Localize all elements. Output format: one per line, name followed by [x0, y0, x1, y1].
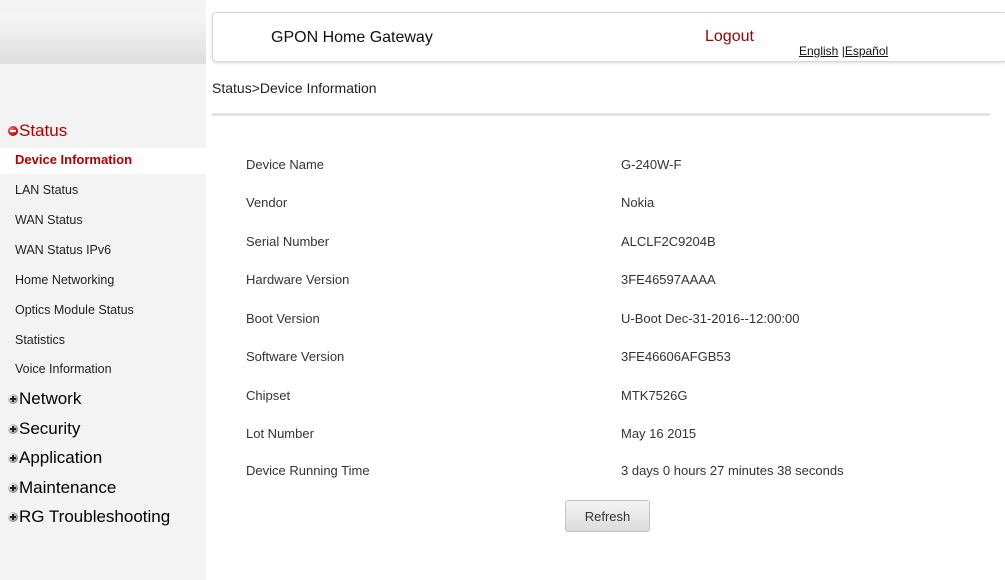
sidebar-group-label: Security: [19, 419, 81, 438]
info-label-vendor: Vendor: [246, 195, 288, 210]
info-value-vendor: Nokia: [621, 195, 655, 210]
info-label-chipset: Chipset: [246, 388, 291, 403]
sidebar-group-label: Maintenance: [19, 478, 117, 497]
sidebar-group-maintenance[interactable]: Maintenance: [8, 476, 116, 500]
info-label-device-running-time: Device Running Time: [246, 463, 370, 478]
sidebar-group-network[interactable]: Network: [8, 387, 81, 411]
sidebar-group-label: RG Troubleshooting: [19, 507, 171, 526]
info-label-boot-version: Boot Version: [246, 311, 320, 326]
refresh-button[interactable]: Refresh: [565, 500, 650, 532]
language-switcher: English |Español: [799, 44, 888, 58]
lang-english-link[interactable]: English: [799, 44, 838, 58]
sidebar-group-rg-troubleshooting[interactable]: RG Troubleshooting: [8, 505, 170, 529]
sidebar-header: [0, 14, 206, 64]
info-label-device-name: Device Name: [246, 157, 325, 172]
info-value-chipset: MTK7526G: [621, 388, 688, 403]
info-label-hardware-version: Hardware Version: [246, 272, 350, 287]
sidebar-group-status[interactable]: Status: [8, 119, 67, 143]
info-label-software-version: Software Version: [246, 349, 345, 364]
sidebar-group-security[interactable]: Security: [8, 417, 80, 441]
info-value-software-version: 3FE46606AFGB53: [621, 349, 731, 364]
info-value-device-name: G-240W-F: [621, 157, 682, 172]
app-title: GPON Home Gateway: [271, 29, 433, 46]
info-value-hardware-version: 3FE46597AAAA: [621, 272, 716, 287]
info-value-lot-number: May 16 2015: [621, 426, 697, 441]
header-bar: GPON Home Gateway Logout English |Españo…: [212, 12, 1005, 62]
sidebar-item-wan-status-ipv6[interactable]: WAN Status IPv6: [15, 241, 111, 259]
plus-ball-icon: [8, 483, 18, 493]
info-value-serial-number: ALCLF2C9204B: [621, 234, 716, 249]
plus-ball-icon: [8, 394, 18, 404]
divider: [212, 113, 990, 116]
logout-link[interactable]: Logout: [705, 28, 754, 46]
info-label-serial-number: Serial Number: [246, 234, 330, 249]
sidebar-group-label: Network: [19, 389, 82, 408]
sidebar-item-statistics[interactable]: Statistics: [15, 331, 65, 349]
lang-spanish-link[interactable]: Español: [845, 44, 888, 58]
sidebar-item-device-information[interactable]: Device Information: [15, 151, 132, 169]
sidebar-item-lan-status[interactable]: LAN Status: [15, 181, 78, 199]
sidebar-item-voice-information[interactable]: Voice Information: [15, 360, 112, 378]
sidebar-group-label: Application: [19, 448, 103, 467]
sidebar-group-label: Status: [19, 121, 68, 140]
sidebar: Status Device Information LAN Status WAN…: [0, 0, 206, 580]
plus-ball-icon: [8, 512, 18, 522]
sidebar-item-home-networking[interactable]: Home Networking: [15, 271, 114, 289]
sidebar-item-optics-module-status[interactable]: Optics Module Status: [15, 301, 134, 319]
sidebar-group-application[interactable]: Application: [8, 446, 102, 470]
info-label-lot-number: Lot Number: [246, 426, 314, 441]
info-value-boot-version: U-Boot Dec-31-2016--12:00:00: [621, 311, 800, 326]
sidebar-item-wan-status[interactable]: WAN Status: [15, 211, 83, 229]
plus-ball-icon: [8, 453, 18, 463]
minus-ball-icon: [8, 126, 18, 136]
info-value-device-running-time: 3 days 0 hours 27 minutes 38 seconds: [621, 463, 844, 478]
plus-ball-icon: [8, 424, 18, 434]
breadcrumb: Status>Device Information: [212, 80, 377, 96]
